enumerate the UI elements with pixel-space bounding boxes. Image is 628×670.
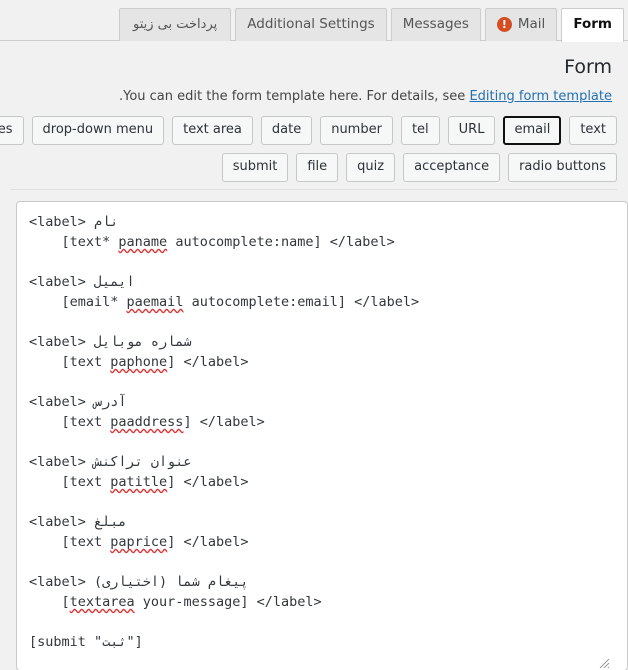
tag-button-url[interactable]: URL — [447, 116, 496, 145]
tag-button-acceptance[interactable]: acceptance — [403, 153, 501, 182]
code-line: <label> پیغام شما (اختیاری) — [29, 574, 249, 590]
editing-form-template-link[interactable]: Editing form template — [469, 89, 612, 104]
form-panel: Form .You can edit the form template her… — [0, 55, 628, 670]
tag-button-tel[interactable]: tel — [400, 116, 440, 145]
misspelled-word: textarea — [69, 594, 135, 610]
tab-mail[interactable]: ! Mail — [484, 8, 558, 41]
tab-label: Additional Settings — [247, 16, 375, 32]
code-line: [text patitle] </label> — [29, 474, 249, 490]
code-line: <label> شماره موبایل — [29, 334, 192, 350]
tag-button-row-2: submit file quiz acceptance radio button… — [11, 153, 617, 182]
tag-button-email[interactable]: email — [503, 116, 562, 145]
tag-button-quiz[interactable]: quiz — [346, 153, 396, 182]
description-text: .You can edit the form template here. Fo… — [118, 89, 470, 104]
misspelled-word: paphone — [110, 354, 168, 370]
alert-exclamation-icon: ! — [496, 17, 512, 32]
tab-additional-settings[interactable]: Additional Settings — [235, 8, 387, 41]
misspelled-word: patitle — [110, 474, 168, 490]
code-line: <label> آدرس — [29, 394, 127, 410]
code-line: [submit "ثبت"] — [29, 634, 143, 650]
form-template-editor-wrap: <label> نام [text* paname autocomplete:n… — [16, 201, 628, 670]
tag-button-date[interactable]: date — [260, 116, 313, 145]
tab-messages[interactable]: Messages — [390, 8, 481, 41]
misspelled-word: paname — [118, 234, 168, 250]
misspelled-word: paemail — [126, 294, 184, 310]
code-line: <label> مبلغ — [29, 514, 127, 530]
tag-button-file[interactable]: file — [296, 153, 339, 182]
tab-label: Form — [573, 16, 612, 32]
tag-generator-buttons: checkboxes drop-down menu text area date… — [0, 116, 617, 190]
code-line: <label> نام — [29, 214, 119, 230]
code-line: [text* paname autocomplete:name] </label… — [29, 234, 395, 250]
code-line: <label> ایمیل — [29, 274, 135, 290]
code-line: [textarea your-message] </label> — [29, 594, 322, 610]
tag-button-radio-buttons[interactable]: radio buttons — [508, 153, 617, 182]
tag-button-checkboxes[interactable]: checkboxes — [0, 116, 24, 145]
tab-label: Messages — [402, 16, 469, 32]
tag-button-row-1: checkboxes drop-down menu text area date… — [0, 116, 617, 145]
code-line: [text paaddress] </label> — [29, 414, 265, 430]
misspelled-word: paprice — [110, 534, 168, 550]
page-title: Form — [564, 56, 612, 78]
misspelled-word: paaddress — [110, 414, 184, 430]
tag-button-number[interactable]: number — [320, 116, 393, 145]
code-line: [text paprice] </label> — [29, 534, 249, 550]
form-template-description: .You can edit the form template here. Fo… — [8, 88, 612, 105]
code-line: [text paphone] </label> — [29, 354, 249, 370]
tag-button-text-area[interactable]: text area — [172, 116, 253, 145]
tab-label: پرداخت بی زیتو — [133, 17, 218, 32]
tag-button-drop-down-menu[interactable]: drop-down menu — [31, 116, 165, 145]
tab-bar: پرداخت بی زیتو Additional Settings Messa… — [0, 0, 628, 42]
code-line: <label> عنوان تراکنش — [29, 454, 192, 470]
tag-button-submit[interactable]: submit — [221, 153, 289, 182]
code-line: [email* paemail autocomplete:email] </la… — [29, 294, 420, 310]
tab-label: Mail — [517, 16, 546, 32]
tab-payment-pay-zeytoo[interactable]: پرداخت بی زیتو — [119, 8, 232, 41]
tab-form[interactable]: Form — [561, 8, 624, 42]
tag-button-text[interactable]: text — [569, 116, 617, 145]
form-template-textarea[interactable]: <label> نام [text* paname autocomplete:n… — [16, 201, 628, 670]
